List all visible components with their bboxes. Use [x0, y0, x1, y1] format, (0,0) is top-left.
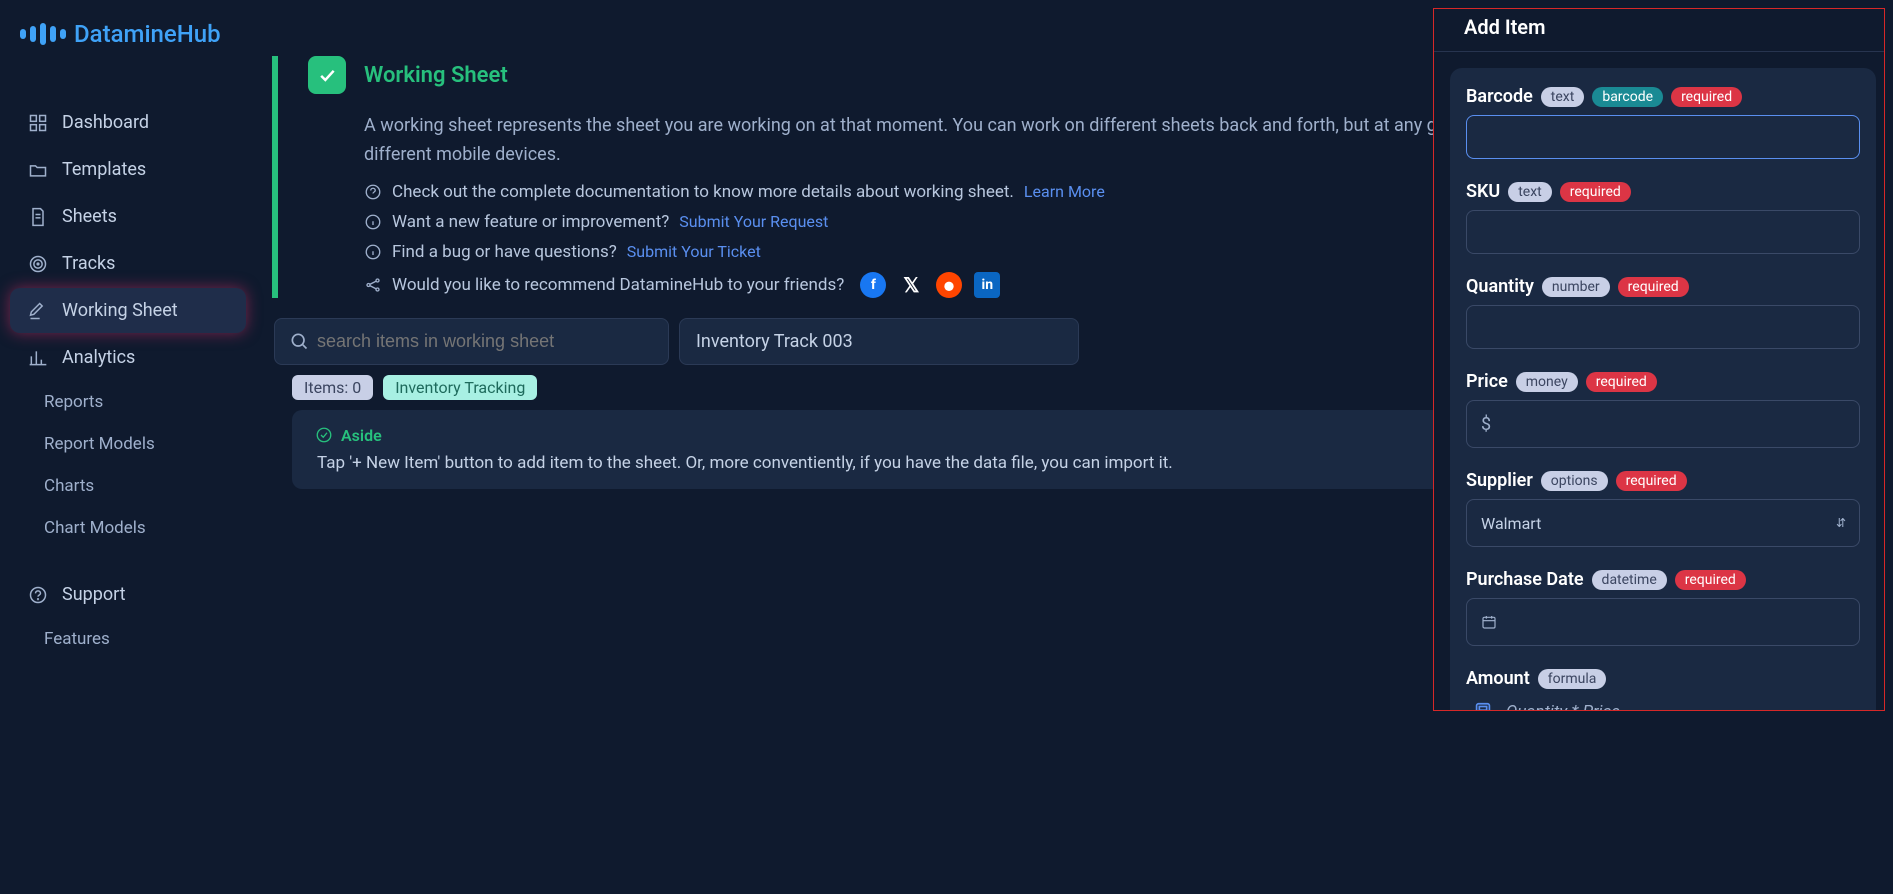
calculator-icon [1472, 701, 1494, 711]
sidebar-item-label: Tracks [62, 253, 115, 274]
sidebar-sub-reports[interactable]: Reports [10, 382, 246, 422]
sidebar-item-label: Templates [62, 159, 146, 180]
sidebar-item-label: Support [62, 584, 126, 605]
file-icon [28, 207, 48, 227]
hero-line-text: Want a new feature or improvement? [392, 212, 669, 232]
type-badge: formula [1538, 669, 1607, 689]
sku-input[interactable] [1466, 210, 1860, 254]
sidebar-item-dashboard[interactable]: Dashboard [10, 100, 246, 145]
purchase-date-input[interactable] [1466, 598, 1860, 646]
sidebar-sub-features[interactable]: Features [10, 619, 246, 659]
aside-title: Aside [341, 426, 382, 445]
sidebar-item-analytics[interactable]: Analytics [10, 335, 246, 380]
field-barcode: Barcode text barcode required [1466, 86, 1860, 159]
main-content: Working Sheet A working sheet represents… [256, 0, 1893, 894]
sidebar-sub-report-models[interactable]: Report Models [10, 424, 246, 464]
price-input[interactable]: $ [1466, 400, 1860, 448]
folder-icon [28, 160, 48, 180]
x-twitter-icon[interactable]: 𝕏 [898, 272, 924, 298]
field-sku: SKU text required [1466, 181, 1860, 254]
required-badge: required [1560, 182, 1631, 202]
chart-icon [28, 348, 48, 368]
track-selector[interactable]: Inventory Track 003 [679, 318, 1079, 365]
submit-request-link[interactable]: Submit Your Request [679, 212, 828, 231]
type-badge: text [1541, 87, 1585, 107]
items-count-pill: Items: 0 [292, 375, 373, 400]
sidebar-item-support[interactable]: Support [10, 572, 246, 617]
calendar-icon [1481, 614, 1497, 630]
hero-line-text: Find a bug or have questions? [392, 242, 617, 262]
sidebar-item-label: Sheets [62, 206, 117, 227]
check-icon [308, 56, 346, 94]
formula-text: Quantity * Price [1506, 702, 1620, 711]
info-icon [364, 213, 382, 231]
panel-title: Add Item [1434, 9, 1884, 52]
field-price: Price money required $ [1466, 371, 1860, 448]
type-badge: money [1516, 372, 1578, 392]
hero-line-text: Check out the complete documentation to … [392, 182, 1014, 202]
search-input-wrap[interactable] [274, 318, 669, 365]
type-badge: options [1541, 471, 1608, 491]
edit-icon [28, 301, 48, 321]
required-badge: required [1675, 570, 1746, 590]
type-badge: text [1508, 182, 1552, 202]
help-circle-icon [364, 183, 382, 201]
type-badge: number [1542, 277, 1610, 297]
share-icon [364, 276, 382, 294]
supplier-select[interactable]: Walmart [1466, 499, 1860, 547]
search-icon [289, 331, 309, 351]
required-badge: required [1586, 372, 1657, 392]
field-supplier: Supplier options required Walmart [1466, 470, 1860, 547]
brand-logo[interactable]: DatamineHub [10, 20, 246, 78]
sidebar-item-label: Dashboard [62, 112, 149, 133]
learn-more-link[interactable]: Learn More [1024, 182, 1105, 201]
add-item-panel: Add Item Barcode text barcode required S… [1433, 8, 1885, 711]
logo-icon [18, 23, 68, 45]
search-input[interactable] [317, 331, 654, 352]
required-badge: required [1671, 87, 1742, 107]
page-title: Working Sheet [364, 63, 508, 88]
linkedin-icon[interactable]: in [974, 272, 1000, 298]
barcode-input[interactable] [1466, 115, 1860, 159]
sidebar-item-sheets[interactable]: Sheets [10, 194, 246, 239]
check-circle-icon [315, 426, 333, 444]
sidebar: DatamineHub Dashboard Templates Sheets T… [0, 0, 256, 894]
sidebar-item-label: Analytics [62, 347, 135, 368]
barcode-badge: barcode [1592, 87, 1663, 107]
field-quantity: Quantity number required [1466, 276, 1860, 349]
reddit-icon[interactable] [936, 272, 962, 298]
required-badge: required [1618, 277, 1689, 297]
currency-prefix: $ [1481, 414, 1491, 435]
sidebar-item-label: Working Sheet [62, 300, 178, 321]
sidebar-sub-chart-models[interactable]: Chart Models [10, 508, 246, 548]
facebook-icon[interactable]: f [860, 272, 886, 298]
sidebar-item-templates[interactable]: Templates [10, 147, 246, 192]
info-icon [364, 243, 382, 261]
share-text: Would you like to recommend DatamineHub … [392, 275, 844, 295]
inventory-tracking-pill: Inventory Tracking [383, 375, 537, 400]
required-badge: required [1616, 471, 1687, 491]
target-icon [28, 254, 48, 274]
sidebar-sub-charts[interactable]: Charts [10, 466, 246, 506]
field-purchase-date: Purchase Date datetime required [1466, 569, 1860, 646]
grid-icon [28, 113, 48, 133]
field-amount: Amount formula Quantity * Price [1466, 668, 1860, 711]
sidebar-item-tracks[interactable]: Tracks [10, 241, 246, 286]
quantity-input[interactable] [1466, 305, 1860, 349]
help-icon [28, 585, 48, 605]
sidebar-item-working-sheet[interactable]: Working Sheet [10, 288, 246, 333]
brand-name: DatamineHub [74, 20, 221, 48]
submit-ticket-link[interactable]: Submit Your Ticket [627, 242, 761, 261]
type-badge: datetime [1592, 570, 1667, 590]
